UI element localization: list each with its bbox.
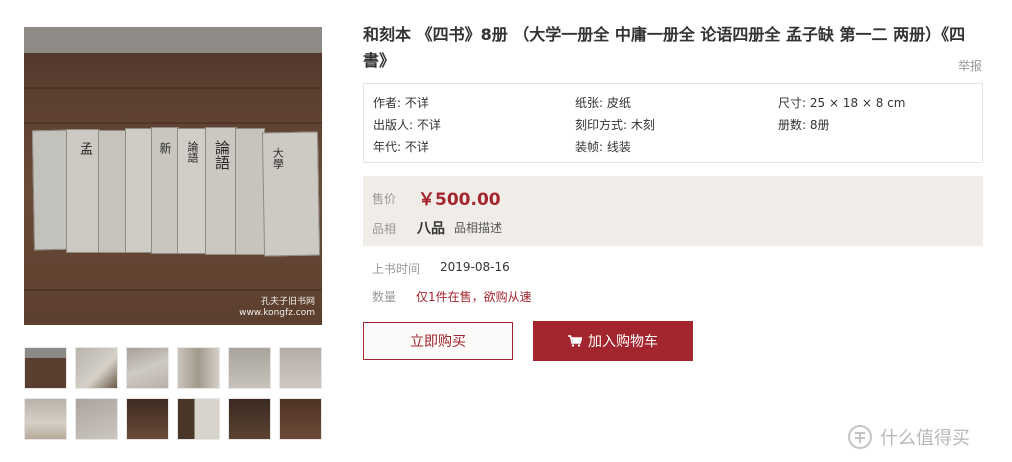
watermark-name: 孔夫子旧书网	[260, 297, 315, 307]
grade-label: 品相	[372, 222, 397, 236]
add-to-cart-label: 加入购物车	[588, 334, 658, 350]
wood-grain	[24, 87, 322, 89]
attr-print-method: 刻印方式: 木刻	[575, 118, 655, 132]
price-label: 售价	[372, 192, 397, 206]
report-link[interactable]: 举报	[958, 57, 982, 74]
book-volume	[235, 128, 265, 255]
attr-era: 年代: 不详	[373, 140, 429, 154]
attr-author: 作者: 不详	[373, 96, 429, 110]
grade-description-link[interactable]: 品相描述	[454, 219, 502, 236]
wood-grain	[24, 289, 322, 291]
spine-label: 孟	[77, 142, 92, 155]
thumbnail[interactable]	[126, 347, 169, 389]
thumbnail[interactable]	[279, 398, 322, 440]
thumbnail[interactable]	[75, 347, 118, 389]
thumbnail[interactable]	[24, 347, 67, 389]
listing-date-value: 2019-08-16	[440, 260, 510, 274]
wood-grain	[24, 122, 322, 124]
price-value: ￥500.00	[418, 190, 501, 210]
book-volume	[125, 128, 153, 253]
buy-now-button[interactable]: 立即购买	[363, 322, 513, 360]
spine-label: 論語	[186, 141, 199, 163]
attr-volumes: 册数: 8册	[778, 118, 830, 132]
book-volume	[98, 130, 128, 253]
site-watermark-text: 什么值得买	[880, 428, 970, 449]
photo-watermark: 孔夫子旧书网 www.kongfz.com	[239, 297, 315, 319]
spine-label: 大學	[271, 147, 285, 170]
quantity-label: 数量	[372, 290, 397, 304]
cart-icon	[568, 335, 582, 347]
thumbnail[interactable]	[177, 347, 220, 389]
thumbnail[interactable]	[279, 347, 322, 389]
thumbnail[interactable]	[177, 398, 220, 440]
attr-binding: 装帧: 线装	[575, 140, 631, 154]
listing-date-label: 上书时间	[372, 262, 421, 276]
quantity-value: 仅1件在售，欲购从速	[416, 290, 532, 304]
product-title: 和刻本 《四书》8册 （大学一册全 中庸一册全 论语四册全 孟子缺 第一二 两册…	[363, 25, 966, 70]
buy-now-label: 立即购买	[410, 334, 466, 350]
attr-size: 尺寸: 25 × 18 × 8 cm	[778, 96, 906, 110]
thumbnail[interactable]	[228, 398, 271, 440]
book-volume: 論語	[205, 127, 237, 255]
thumbnail[interactable]	[228, 347, 271, 389]
main-product-photo[interactable]: 孟 新 論語 論語 大學 孔夫子旧书网 www.kongfz.com	[24, 27, 322, 325]
thumbnail[interactable]	[126, 398, 169, 440]
thumbnail[interactable]	[75, 398, 118, 440]
site-watermark: 什么值得买	[846, 424, 970, 450]
book-volume: 論語	[177, 128, 207, 254]
attr-publisher: 出版人: 不详	[373, 118, 441, 132]
book-volume: 大學	[261, 131, 321, 257]
add-to-cart-button[interactable]: 加入购物车	[533, 321, 693, 361]
smzdm-logo-icon	[848, 425, 872, 449]
price-box: 售价 ￥500.00 品相 八品 品相描述	[363, 176, 983, 246]
spine-label: 論語	[213, 140, 231, 170]
photo-wall	[24, 27, 322, 53]
watermark-url: www.kongfz.com	[239, 308, 315, 318]
spine-label: 新	[158, 142, 172, 154]
attributes-box: 作者: 不详 纸张: 皮纸 尺寸: 25 × 18 × 8 cm 出版人: 不详…	[363, 83, 983, 163]
grade-value: 八品	[417, 221, 445, 237]
book-volume: 孟	[66, 129, 100, 253]
book-volume: 新	[151, 127, 179, 254]
thumbnail[interactable]	[24, 398, 67, 440]
attr-paper: 纸张: 皮纸	[575, 96, 631, 110]
